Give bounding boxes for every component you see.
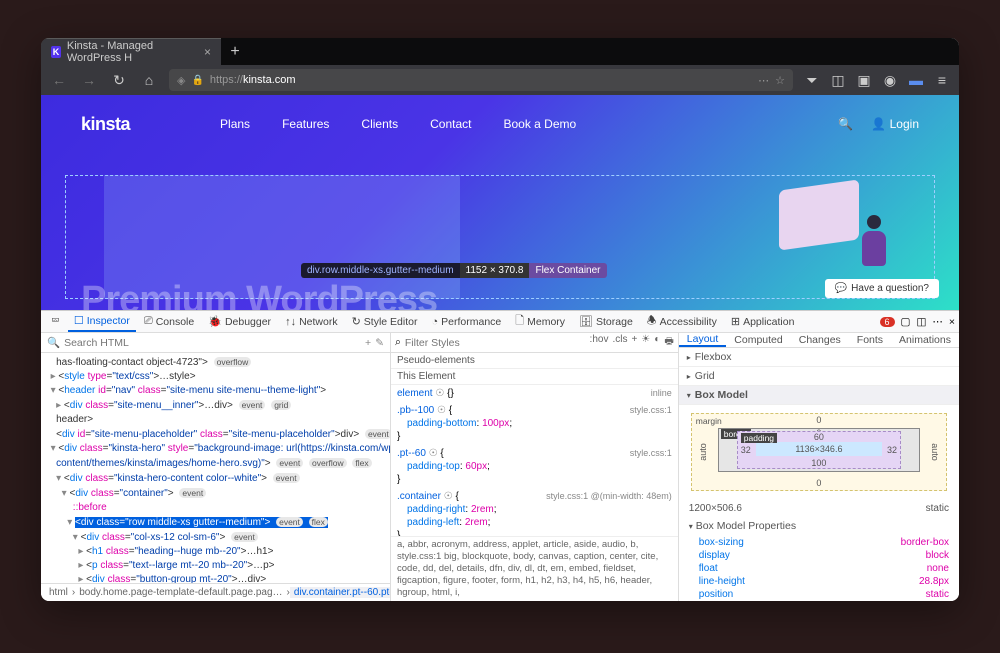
tab-memory[interactable]: 🗋Memory [509, 311, 571, 332]
filter-icon: ⌕ [395, 336, 401, 349]
browser-toolbar: ← → ↻ ⌂ ◈ 🔒 https://kinsta.com ⋯ ☆ ⏷ ◫ ▣… [41, 65, 959, 95]
box-model-diagram: margin 0 0 auto auto border 0 padding 60… [679, 405, 959, 499]
eyedropper-icon[interactable]: ✎ [375, 337, 384, 349]
tab-fonts[interactable]: Fonts [849, 333, 891, 347]
more-icon[interactable]: ⋯ [932, 316, 943, 328]
tab-title: Kinsta - Managed WordPress H [67, 40, 194, 64]
library-icon[interactable]: ⏷ [803, 72, 821, 89]
account-icon[interactable]: ◉ [881, 72, 899, 89]
hov-toggle[interactable]: :hov [590, 334, 609, 351]
pick-element-icon[interactable]: ⮹ [45, 311, 66, 332]
search-icon: 🔍 [47, 336, 60, 349]
nav-link[interactable]: Contact [430, 117, 471, 131]
add-icon[interactable]: + [365, 337, 371, 349]
tab-debugger[interactable]: 🐞Debugger [202, 311, 277, 332]
menu-icon[interactable]: ≡ [933, 72, 951, 88]
search-icon[interactable]: 🔍 [838, 117, 853, 131]
tab-animations[interactable]: Animations [891, 333, 959, 347]
login-link[interactable]: 👤 Login [871, 117, 919, 131]
html-panel: 🔍 + ✎ has-floating-contact object-4723">… [41, 333, 391, 601]
inspector-ruler-badge: div.row.middle-xs.gutter--medium 1152 × … [301, 263, 607, 278]
close-tab-icon[interactable]: × [204, 45, 211, 59]
inherited-selectors: a, abbr, acronym, address, applet, artic… [391, 536, 678, 601]
contrast-icon[interactable]: ◐ [654, 334, 660, 351]
browser-tab[interactable]: K Kinsta - Managed WordPress H × [41, 38, 221, 65]
back-button[interactable]: ← [49, 72, 69, 88]
devtools: ⮹ ☐Inspector ⎚Console 🐞Debugger ↑↓Networ… [41, 310, 959, 601]
question-badge[interactable]: 💬 Have a question? [825, 279, 939, 298]
site-logo[interactable]: kinsta [81, 114, 130, 135]
dock-icon[interactable]: ◫ [916, 316, 926, 328]
box-model-properties: 1200×506.6 static ▾ Box Model Properties… [679, 499, 959, 601]
add-rule-icon[interactable]: + [631, 334, 637, 351]
nav-link[interactable]: Features [282, 117, 329, 131]
hero-heading: Premium WordPress [81, 279, 437, 310]
url-text: kinsta.com [243, 74, 296, 86]
breadcrumb[interactable]: html› body.home.page-template-default.pa… [41, 583, 390, 601]
box-model-section[interactable]: ▾Box Model [679, 386, 959, 405]
tab-storage[interactable]: 🗄Storage [573, 311, 639, 332]
css-rules[interactable]: element ☉ {inline}.pb--100 ☉ {style.css:… [391, 385, 678, 536]
toolbox-icon[interactable]: ▬ [907, 72, 925, 88]
browser-window: K Kinsta - Managed WordPress H × + ← → ↻… [41, 38, 959, 601]
nav-link[interactable]: Plans [220, 117, 250, 131]
grid-section[interactable]: ▸Grid [679, 367, 959, 386]
reload-button[interactable]: ↻ [109, 72, 129, 89]
tab-performance[interactable]: ◔Performance [426, 311, 508, 332]
new-tab-button[interactable]: + [221, 38, 249, 65]
tab-application[interactable]: ⊞Application [725, 311, 801, 332]
pseudo-elements-header[interactable]: Pseudo-elements [391, 353, 678, 369]
tab-accessibility[interactable]: 🕭Accessibility [641, 311, 723, 332]
print-icon[interactable]: 🖶 [664, 334, 673, 351]
nav-link[interactable]: Book a Demo [503, 117, 576, 131]
chat-icon: 💬 [835, 283, 847, 294]
nav-menu: Plans Features Clients Contact Book a De… [220, 117, 576, 131]
light-icon[interactable]: ☀ [641, 334, 650, 351]
layout-panel: Layout Computed Changes Fonts Animations… [679, 333, 959, 601]
devtools-tabs: ⮹ ☐Inspector ⎚Console 🐞Debugger ↑↓Networ… [41, 311, 959, 333]
tab-style-editor[interactable]: ↻Style Editor [346, 311, 424, 332]
shield-icon: ◈ [177, 74, 185, 87]
tab-computed[interactable]: Computed [726, 333, 790, 347]
tab-network[interactable]: ↑↓Network [279, 311, 344, 332]
tab-bar: K Kinsta - Managed WordPress H × + [41, 38, 959, 65]
filter-styles-input[interactable] [405, 337, 586, 349]
tab-inspector[interactable]: ☐Inspector [68, 311, 136, 332]
home-button[interactable]: ⌂ [139, 72, 159, 88]
url-bar[interactable]: ◈ 🔒 https://kinsta.com ⋯ ☆ [169, 69, 793, 91]
html-tree[interactable]: has-floating-contact object-4723"> overf… [41, 353, 390, 583]
tab-console[interactable]: ⎚Console [138, 311, 200, 332]
cls-toggle[interactable]: .cls [612, 334, 627, 351]
flexbox-section[interactable]: ▸Flexbox [679, 348, 959, 367]
extensions-icon[interactable]: ▣ [855, 72, 873, 89]
layout-tabs: Layout Computed Changes Fonts Animations [679, 333, 959, 348]
tab-layout[interactable]: Layout [679, 333, 727, 347]
responsive-icon[interactable]: ▢ [901, 316, 911, 328]
forward-button[interactable]: → [79, 72, 99, 88]
close-devtools-icon[interactable]: × [949, 316, 955, 328]
favicon-icon: K [51, 46, 61, 58]
sidebar-icon[interactable]: ◫ [829, 72, 847, 89]
this-element-header: This Element [391, 369, 678, 385]
search-input[interactable] [64, 337, 361, 349]
html-search[interactable]: 🔍 + ✎ [41, 333, 390, 353]
tab-changes[interactable]: Changes [791, 333, 849, 347]
page-content: kinsta Plans Features Clients Contact Bo… [41, 95, 959, 310]
styles-panel: ⌕ :hov .cls + ☀ ◐ 🖶 Pseudo-elements This… [391, 333, 679, 601]
error-count[interactable]: 6 [880, 317, 895, 327]
nav-link[interactable]: Clients [361, 117, 398, 131]
site-header: kinsta Plans Features Clients Contact Bo… [41, 95, 959, 153]
lock-icon: 🔒 [191, 75, 203, 86]
